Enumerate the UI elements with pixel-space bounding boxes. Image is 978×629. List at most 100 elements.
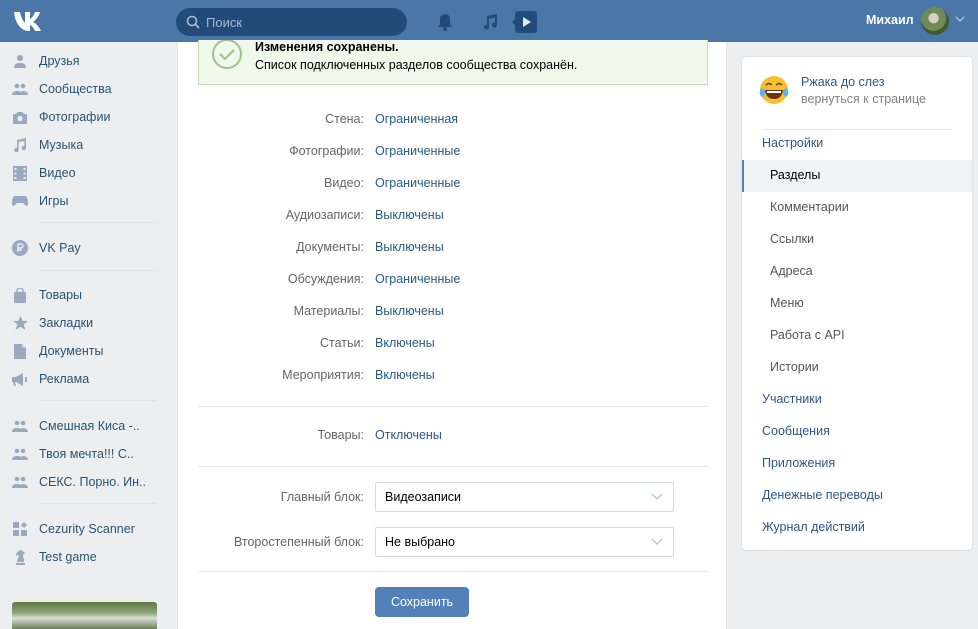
search-box[interactable] (176, 8, 407, 36)
menu-item-stories[interactable]: Истории (742, 352, 972, 384)
section-value-link[interactable]: Ограниченные (375, 176, 460, 190)
sidebar-item-vkpay[interactable]: VK Pay (0, 234, 170, 262)
section-value-link[interactable]: Включены (375, 336, 435, 350)
sidebar-item-goods[interactable]: Товары (0, 281, 170, 309)
section-label: Стена: (325, 112, 364, 126)
user-name[interactable]: Михаил (866, 13, 914, 27)
nav-divider (39, 400, 157, 401)
menu-item-label: Участники (762, 392, 822, 406)
section-row-documents: Документы: Выключены (178, 240, 728, 260)
sidebar-item-app[interactable]: Test game (0, 543, 170, 571)
nav-divider (39, 503, 157, 504)
menu-item-comments[interactable]: Комментарии (742, 192, 972, 224)
section-value-link[interactable]: Ограниченная (375, 112, 458, 126)
back-to-page-link[interactable]: вернуться к странице (801, 92, 926, 106)
menu-item-links[interactable]: Ссылки (742, 224, 972, 256)
sidebar-item-label: Смешная Киса -.. (39, 419, 140, 433)
group-name-link[interactable]: Ржака до слез (801, 75, 885, 89)
section-row-goods: Товары: Отключены (178, 428, 728, 448)
section-value-link[interactable]: Ограниченные (375, 144, 460, 158)
avatar[interactable] (921, 7, 949, 35)
section-label: Мероприятия: (282, 368, 364, 382)
sidebar-item-music[interactable]: Музыка (0, 131, 170, 159)
music-note-icon (12, 137, 28, 153)
section-value-link[interactable]: Выключены (375, 304, 444, 318)
notice-title: Изменения сохранены. (255, 40, 399, 54)
sidebar-item-friends[interactable]: Друзья (0, 47, 170, 75)
sidebar-item-label: Игры (39, 194, 69, 208)
sidebar-item-label: Товары (39, 288, 82, 302)
sidebar-item-documents[interactable]: Документы (0, 337, 170, 365)
notifications-button[interactable] (434, 11, 456, 33)
menu-item-label: Сообщения (762, 424, 830, 438)
sidebar-item-community[interactable]: Твоя мечта!!! С.. (0, 440, 170, 468)
nav-divider (39, 270, 157, 271)
checkmark-circle-icon (212, 40, 242, 69)
group-header[interactable]: Ржака до слез вернуться к странице (758, 72, 958, 112)
vk-logo-icon[interactable] (12, 9, 46, 33)
menu-item-label: Настройки (762, 136, 824, 150)
search-icon (186, 15, 200, 29)
section-value-link[interactable]: Включены (375, 368, 435, 382)
chevron-down-icon (651, 493, 663, 500)
main-block-select[interactable]: Видеозаписи (375, 482, 674, 512)
menu-item-apps[interactable]: Приложения (742, 448, 972, 480)
search-input[interactable] (206, 14, 386, 30)
groups-icon (12, 81, 28, 97)
menu-item-settings[interactable]: Настройки (742, 128, 972, 160)
sidebar-item-groups[interactable]: Сообщества (0, 75, 170, 103)
section-label: Статьи: (320, 336, 364, 350)
success-notice: Изменения сохранены. Список подключенных… (198, 40, 708, 85)
menu-item-members[interactable]: Участники (742, 384, 972, 416)
left-sidebar: Друзья Сообщества Фотографии Музыка Виде… (0, 42, 176, 629)
menu-item-messages[interactable]: Сообщения (742, 416, 972, 448)
sidebar-item-community[interactable]: Смешная Киса -.. (0, 412, 170, 440)
section-value-link[interactable]: Отключены (375, 428, 442, 442)
save-button[interactable]: Сохранить (375, 587, 469, 617)
secondary-block-select[interactable]: Не выбрано (375, 527, 674, 557)
sidebar-item-bookmarks[interactable]: Закладки (0, 309, 170, 337)
sidebar-item-app[interactable]: Cezurity Scanner (0, 515, 170, 543)
sidebar-item-photos[interactable]: Фотографии (0, 103, 170, 131)
menu-item-label: Журнал действий (762, 520, 865, 534)
sidebar-item-video[interactable]: Видео (0, 159, 170, 187)
music-button[interactable] (479, 11, 501, 33)
sidebar-item-label: Cezurity Scanner (39, 522, 135, 536)
notice-text: Список подключенных разделов сообщества … (255, 58, 578, 72)
section-value-link[interactable]: Выключены (375, 240, 444, 254)
secondary-block-label: Второстепенный блок: (233, 535, 364, 549)
secondary-block-value: Не выбрано (385, 535, 455, 549)
divider (198, 406, 708, 407)
main-block-label: Главный блок: (280, 490, 364, 504)
sidebar-item-label: Музыка (39, 138, 84, 152)
player-button[interactable] (511, 11, 537, 33)
section-row-photos: Фотографии: Ограниченные (178, 144, 728, 164)
apps-icon (12, 521, 28, 537)
section-label: Фотографии: (289, 144, 364, 158)
section-label: Аудиозаписи: (285, 208, 364, 222)
menu-item-money-transfers[interactable]: Денежные переводы (742, 480, 972, 512)
music-note-icon (484, 14, 498, 30)
sidebar-item-label: Документы (39, 344, 104, 358)
menu-item-label: Адреса (770, 264, 813, 278)
menu-item-addresses[interactable]: Адреса (742, 256, 972, 288)
sidebar-item-label: Друзья (39, 54, 80, 68)
sidebar-item-games[interactable]: Игры (0, 187, 170, 215)
menu-item-menu[interactable]: Меню (742, 288, 972, 320)
menu-item-action-log[interactable]: Журнал действий (742, 512, 972, 544)
section-value-link[interactable]: Выключены (375, 208, 444, 222)
section-row-articles: Статьи: Включены (178, 336, 728, 356)
sidebar-item-community[interactable]: СЕКС. Порно. Ин.. (0, 468, 170, 496)
menu-item-label: Меню (770, 296, 804, 310)
ad-image[interactable] (12, 602, 157, 629)
sidebar-item-ads[interactable]: Реклама (0, 365, 170, 393)
menu-item-sections[interactable]: Разделы (742, 160, 972, 192)
menu-item-api[interactable]: Работа с API (742, 320, 972, 352)
document-icon (12, 343, 28, 359)
sidebar-item-label: Фотографии (39, 110, 111, 124)
chevron-down-icon[interactable] (955, 15, 965, 23)
section-value-link[interactable]: Ограниченные (375, 272, 460, 286)
shopping-bag-icon (12, 287, 28, 303)
video-play-icon (512, 11, 537, 33)
menu-item-label: Разделы (770, 168, 821, 182)
